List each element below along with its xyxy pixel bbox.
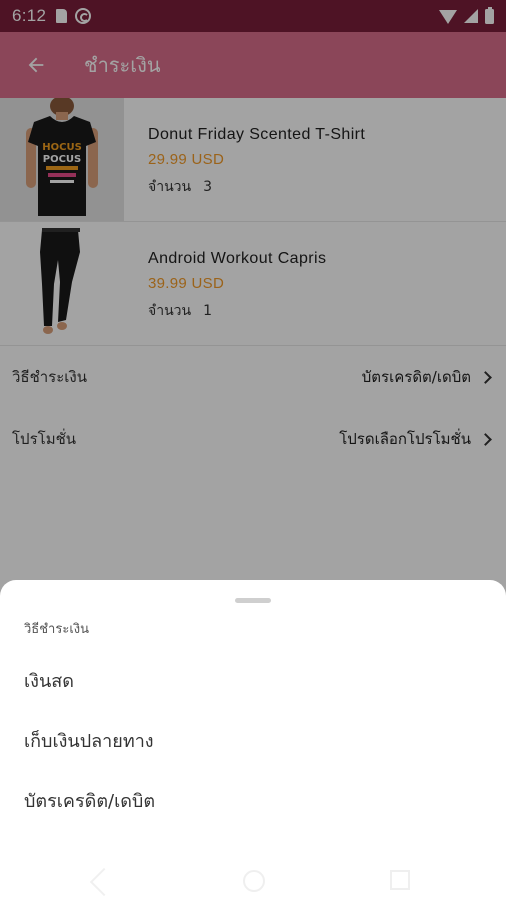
- nav-recents-icon[interactable]: [390, 870, 410, 890]
- navigation-bar: [0, 860, 506, 900]
- payment-method-sheet: วิธีชำระเงิน เงินสด เก็บเงินปลายทาง บัตร…: [0, 580, 506, 900]
- sheet-title: วิธีชำระเงิน: [24, 622, 89, 637]
- nav-back-icon[interactable]: [89, 867, 119, 897]
- option-credit-debit-card[interactable]: บัตรเครดิต/เดบิต: [0, 770, 506, 830]
- option-cash[interactable]: เงินสด: [0, 650, 506, 710]
- option-cash-on-delivery[interactable]: เก็บเงินปลายทาง: [0, 710, 506, 770]
- nav-home-icon[interactable]: [243, 870, 265, 892]
- sheet-drag-handle[interactable]: [235, 598, 271, 603]
